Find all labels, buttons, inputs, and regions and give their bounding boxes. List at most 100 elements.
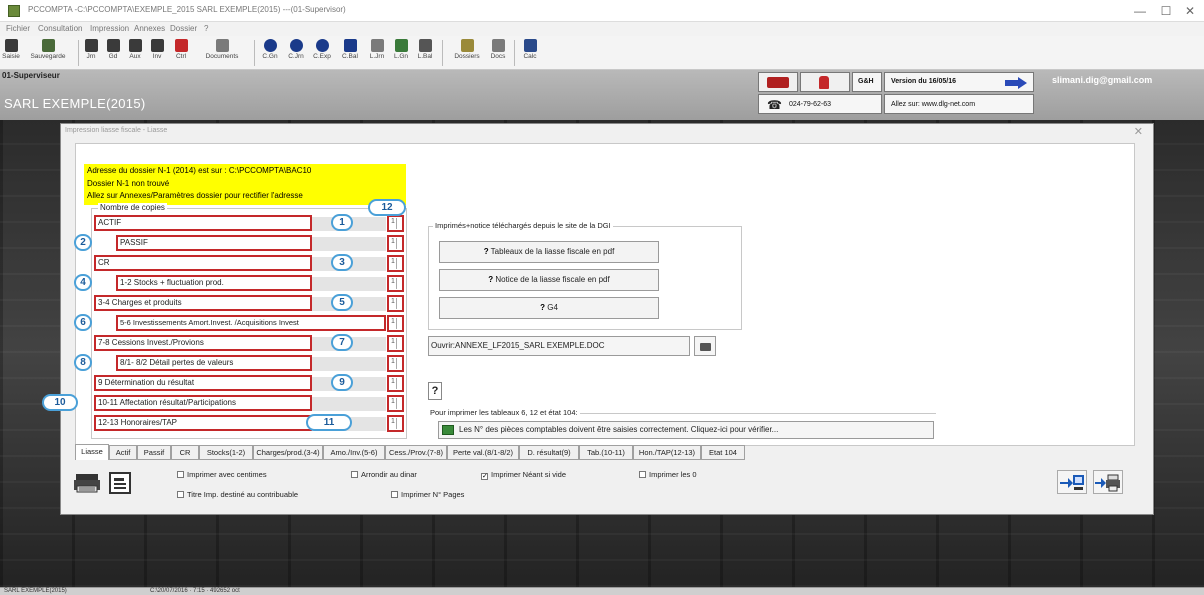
opt-arrondir[interactable]: Arrondir au dinar <box>351 470 417 479</box>
arrows-icon <box>370 39 384 52</box>
menu-annexes[interactable]: Annexes <box>134 24 165 33</box>
menu-help[interactable]: ? <box>204 24 208 33</box>
documents-button[interactable]: Documents <box>198 37 246 67</box>
menu-dossier[interactable]: Dossier <box>170 24 197 33</box>
book-icon[interactable] <box>758 72 798 92</box>
menu-bar: Fichier Consultation Impression Annexes … <box>0 22 1204 36</box>
inv-button[interactable]: Inv <box>148 37 166 67</box>
marker-12: 12 <box>368 199 406 216</box>
checkbox[interactable] <box>177 471 184 478</box>
website-box[interactable]: Allez sur: www.dlg-net.com <box>884 94 1034 114</box>
copies-stepper-resultat[interactable]: 1 <box>387 375 404 392</box>
menu-fichier[interactable]: Fichier <box>6 24 30 33</box>
c-bal-button[interactable]: C.Bal <box>338 37 362 67</box>
copies-stepper-stocks[interactable]: 1 <box>387 275 404 292</box>
minimize-button[interactable]: — <box>1128 3 1152 19</box>
dossiers-button[interactable]: Dossiers <box>450 37 484 67</box>
ctrl-button[interactable]: Ctrl <box>172 37 190 67</box>
marker-6: 6 <box>74 314 92 331</box>
contact-email[interactable]: slimani.dig@gmail.com <box>1052 75 1152 85</box>
opt-titre[interactable]: Titre Imp. destiné au contribuable <box>177 490 298 499</box>
gd-button[interactable]: Gd <box>104 37 122 67</box>
tab-d-resultat[interactable]: D. résultat(9) <box>519 445 579 460</box>
folder-open-button[interactable] <box>694 336 716 356</box>
opt-pages[interactable]: Imprimer N° Pages <box>391 490 464 499</box>
menu-consultation[interactable]: Consultation <box>38 24 82 33</box>
printer-button[interactable] <box>73 472 101 494</box>
c-jrn-button[interactable]: C.Jrn <box>284 37 308 67</box>
g4-button[interactable]: ? G4 <box>439 297 659 319</box>
docs-button[interactable]: Docs <box>486 37 510 67</box>
copies-stepper-charges[interactable]: 1 <box>387 295 404 312</box>
phone-box: ☎ 024-79-62-63 <box>758 94 882 114</box>
maximize-button[interactable]: ☐ <box>1154 3 1178 19</box>
tab-actif[interactable]: Actif <box>109 445 137 460</box>
copies-stepper-pertes[interactable]: 1 <box>387 355 404 372</box>
row-investissements-label: 5-6 Investissements Amort.Invest. /Acqui… <box>116 315 386 331</box>
status-bar: SARL EXEMPLE(2015) C:\20/07/2016 · 7:15 … <box>0 587 1204 595</box>
checkbox[interactable] <box>391 491 398 498</box>
journal-icon <box>84 39 98 52</box>
tab-liasse[interactable]: Liasse <box>75 444 109 460</box>
help-button[interactable]: ? <box>428 382 442 400</box>
copies-stepper-actif[interactable]: 1 <box>387 215 404 232</box>
tableaux-pdf-button[interactable]: ? Tableaux de la liasse fiscale en pdf <box>439 241 659 263</box>
tab-cess-prov[interactable]: Cess./Prov.(7-8) <box>385 445 447 460</box>
dialog-close-button[interactable]: ✕ <box>1134 125 1143 138</box>
tab-cr[interactable]: CR <box>171 445 199 460</box>
row-charges-label: 3-4 Charges et produits <box>94 295 312 311</box>
copies-stepper-investissements[interactable]: 1 <box>387 315 404 332</box>
checkbox[interactable] <box>639 471 646 478</box>
auxiliary-icon <box>128 39 142 52</box>
open-annexe-button[interactable]: Ouvrir:ANNEXE_LF2015_SARL EXEMPLE.DOC <box>428 336 690 356</box>
sheet-icon <box>442 425 454 435</box>
c-exp-button[interactable]: C.Exp <box>310 37 334 67</box>
checkbox-checked[interactable]: ✓ <box>481 473 488 480</box>
marker-10: 10 <box>42 394 78 411</box>
checkbox[interactable] <box>351 471 358 478</box>
print-button[interactable] <box>1093 470 1123 494</box>
calc-button[interactable]: Calc <box>520 37 540 67</box>
opt-zeros[interactable]: Imprimer les 0 <box>639 470 697 479</box>
copies-stepper-affectation[interactable]: 1 <box>387 395 404 412</box>
tab-charges[interactable]: Charges/prod.(3-4) <box>253 445 323 460</box>
c-gn-button[interactable]: C.Gn <box>258 37 282 67</box>
verify-pieces-button[interactable]: Les N° des pièces comptables doivent êtr… <box>438 421 934 439</box>
tab-hon-tap[interactable]: Hon./TAP(12-13) <box>633 445 701 460</box>
opt-centimes[interactable]: Imprimer avec centimes <box>177 470 267 479</box>
folder-arrow-icon <box>491 39 505 52</box>
l-bal-button[interactable]: L.Bal <box>414 37 436 67</box>
tab-tab-10-11[interactable]: Tab.(10-11) <box>579 445 633 460</box>
tab-etat-104[interactable]: Etat 104 <box>701 445 745 460</box>
tab-stocks[interactable]: Stocks(1-2) <box>199 445 253 460</box>
l-gn-button[interactable]: L.Gn <box>390 37 412 67</box>
copies-stepper-honoraires[interactable]: 1 <box>387 415 404 432</box>
window-titlebar: PCCOMPTA -C:\PCCOMPTA\EXEMPLE_2015 SARL … <box>0 0 1204 22</box>
opt-neant[interactable]: ✓ Imprimer Néant si vide <box>481 470 566 480</box>
person-icon[interactable] <box>800 72 850 92</box>
window-title: PCCOMPTA -C:\PCCOMPTA\EXEMPLE_2015 SARL … <box>28 5 346 14</box>
menu-impression[interactable]: Impression <box>90 24 129 33</box>
tab-amo-inv[interactable]: Amo./Inv.(5-6) <box>323 445 385 460</box>
tab-perte-val[interactable]: Perte val.(8/1-8/2) <box>447 445 519 460</box>
export-button[interactable] <box>1057 470 1087 494</box>
ledger-icon <box>106 39 120 52</box>
tab-passif[interactable]: Passif <box>137 445 171 460</box>
inventory-icon <box>150 39 164 52</box>
jrn-button[interactable]: Jrn <box>82 37 100 67</box>
checkbox[interactable] <box>177 491 184 498</box>
aux-button[interactable]: Aux <box>126 37 144 67</box>
row-honoraires-label: 12-13 Honoraires/TAP <box>94 415 312 431</box>
copies-stepper-cr[interactable]: 1 <box>387 255 404 272</box>
preview-button[interactable] <box>109 472 137 494</box>
copies-stepper-passif[interactable]: 1 <box>387 235 404 252</box>
documents-icon <box>215 39 229 52</box>
l-jrn-button[interactable]: L.Jrn <box>366 37 388 67</box>
sauvegarde-button[interactable]: Sauvegarde <box>24 37 72 67</box>
notice-pdf-button[interactable]: ? Notice de la liasse fiscale en pdf <box>439 269 659 291</box>
copies-stepper-cessions[interactable]: 1 <box>387 335 404 352</box>
marker-4: 4 <box>74 274 92 291</box>
saisie-button[interactable]: Saisie <box>2 37 20 67</box>
version-box[interactable]: Version du 16/05/16 <box>884 72 1034 92</box>
close-button[interactable]: ✕ <box>1178 3 1202 19</box>
